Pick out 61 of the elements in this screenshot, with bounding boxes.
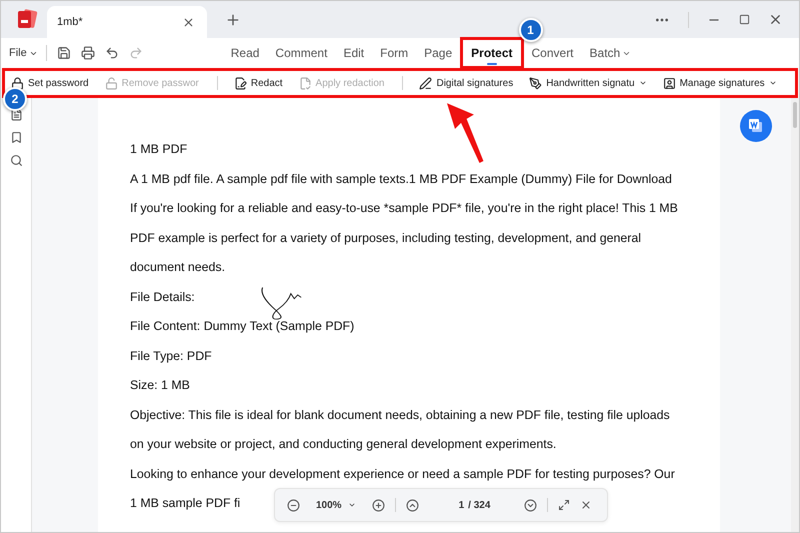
document-text: A 1 MB pdf file. A sample pdf file with sample texts.1 MB PDF Example (Dummy) File for Download (130, 170, 672, 188)
document-text: 1 MB sample PDF fi (130, 495, 240, 512)
word-convert-button[interactable] (740, 110, 772, 142)
ribbon-tab[interactable]: Form (372, 40, 416, 66)
toolbar-button[interactable]: Manage signatures (660, 76, 783, 90)
document-text: Looking to enhance your development experience or need a sample PDF for testing purposes? Our (130, 466, 675, 483)
toolbar-button[interactable]: Set password (9, 76, 95, 90)
pen-document-icon (234, 76, 247, 90)
document-text: Size: 1 MB (130, 377, 190, 394)
zoom-out-icon[interactable] (287, 498, 300, 512)
pen-icon (419, 76, 432, 90)
document-tab[interactable]: 1mb* (47, 6, 207, 38)
ribbon-tab[interactable]: Convert (524, 40, 582, 66)
fullscreen-icon[interactable] (558, 499, 570, 511)
search-icon[interactable] (10, 154, 22, 167)
new-tab-icon[interactable] (225, 12, 241, 28)
next-page-icon[interactable] (524, 498, 538, 512)
word-document-icon (748, 118, 764, 134)
undo-icon[interactable] (104, 46, 119, 60)
close-tab-icon[interactable] (182, 16, 195, 28)
pen-nib-icon (529, 76, 542, 90)
close-zoom-bar-icon[interactable] (580, 499, 592, 511)
open-lock-icon (104, 76, 118, 90)
file-menu[interactable]: File (9, 47, 38, 59)
toolbar-button[interactable]: Handwritten signatu (527, 76, 653, 90)
document-text: File Content: Dummy Text (Sample PDF) (130, 318, 354, 335)
user-card-icon (662, 76, 676, 90)
document-text: Objective: This file is ideal for blank document needs, obtaining a new PDF file, testing file uploads (130, 406, 670, 424)
tab-title: 1mb* (57, 16, 83, 28)
document-text: File Details: (130, 288, 195, 306)
ribbon-tab[interactable]: Edit (335, 40, 372, 66)
caret-icon (348, 501, 356, 509)
zoom-level-select[interactable]: 100% (316, 500, 356, 510)
toolbar-button[interactable]: Redact (232, 76, 289, 90)
print-icon[interactable] (80, 46, 95, 60)
page-number: 1 (458, 500, 464, 510)
document-text: 1 MB PDF (130, 141, 188, 158)
ribbon-tab[interactable]: Page (416, 40, 460, 66)
checked-document-icon (298, 76, 312, 90)
zoom-in-icon[interactable] (372, 498, 385, 512)
document-text: document needs. (130, 259, 226, 276)
ribbon-tab[interactable]: Protect (463, 40, 520, 66)
close-icon[interactable] (768, 12, 783, 27)
lock-icon (11, 76, 24, 90)
maximize-icon[interactable] (739, 14, 750, 25)
document-text: PDF example is perfect for a variety of purposes, including testing, development, and general (130, 230, 642, 247)
scrollbar-thumb[interactable] (793, 102, 797, 128)
previous-page-icon[interactable] (406, 498, 419, 512)
ribbon-tab[interactable]: Read (222, 40, 268, 66)
step-badge: 2 (3, 87, 27, 111)
document-text: on your website or project, and conducting general development experiments. (130, 436, 556, 453)
document-text: File Type: PDF (130, 348, 212, 365)
thumbnails-icon[interactable] (10, 108, 22, 121)
ribbon-tab[interactable]: Batch (582, 40, 640, 66)
toolbar-button[interactable]: Digital signatures (417, 76, 520, 90)
document-text: If you're looking for a reliable and easy-to-use *sample PDF* file, you're in the right place! This 1 MB (130, 200, 678, 217)
ribbon-tab[interactable]: Comment (267, 40, 336, 66)
app-logo-icon (15, 7, 39, 31)
page-total: / 324 (468, 500, 490, 510)
save-icon[interactable] (56, 46, 71, 60)
bookmark-icon[interactable] (10, 131, 22, 144)
